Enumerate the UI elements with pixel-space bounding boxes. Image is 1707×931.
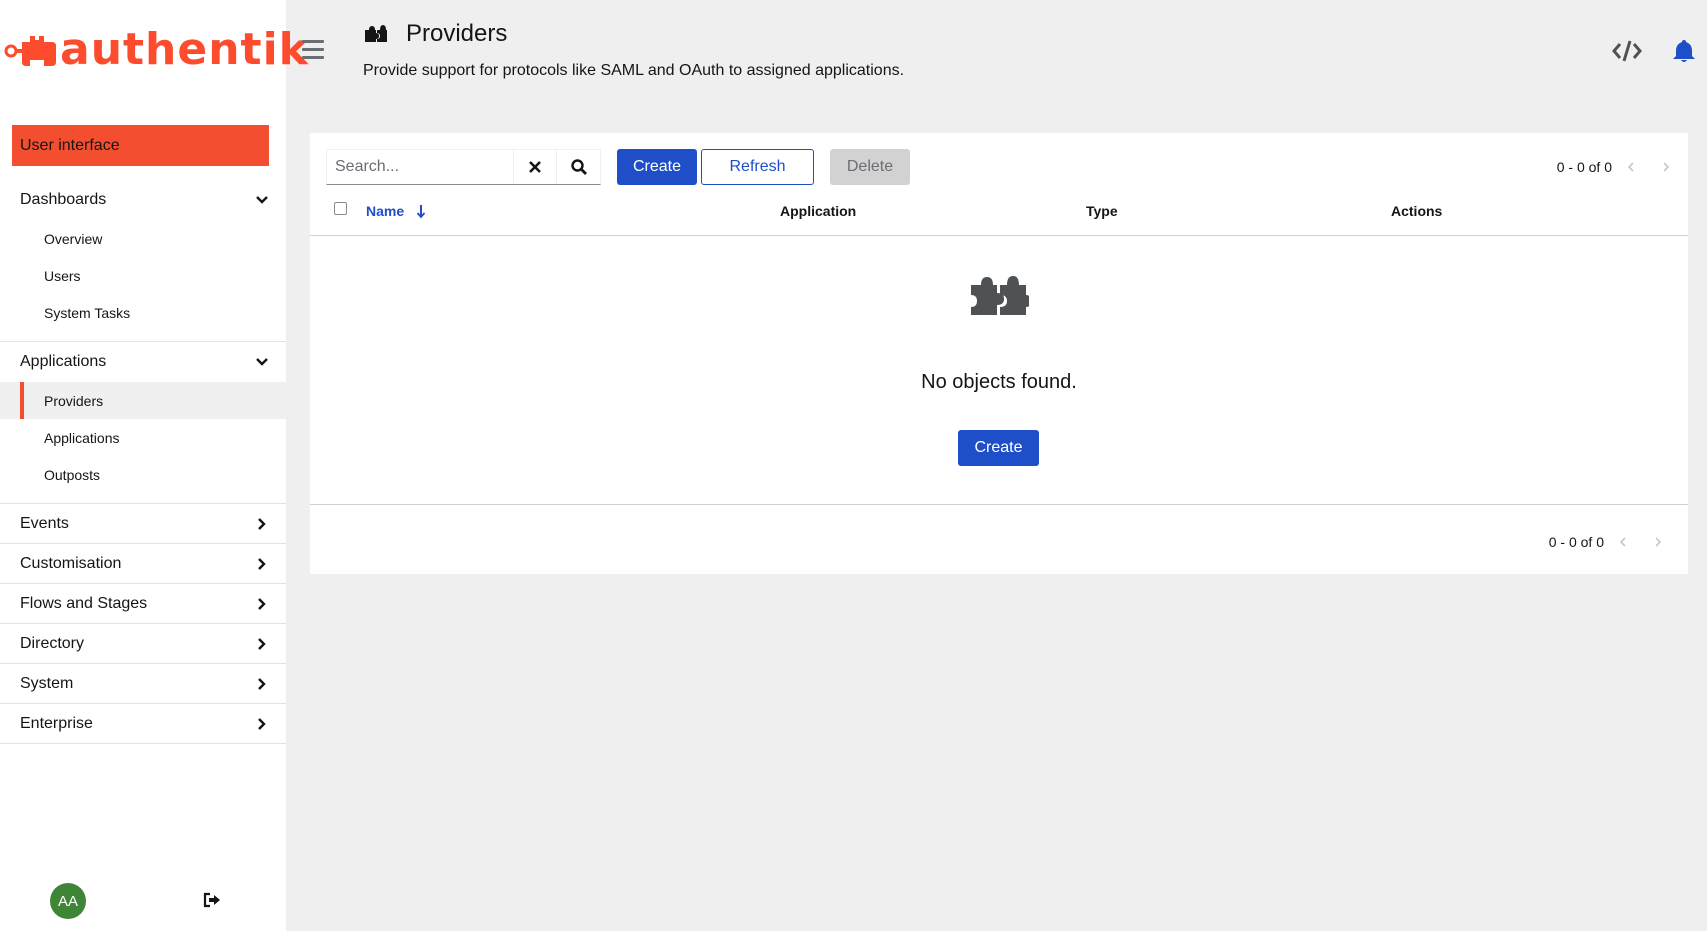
code-icon[interactable] bbox=[1611, 38, 1643, 64]
table-header: Name Application Type Actions bbox=[310, 202, 1688, 236]
bell-icon[interactable] bbox=[1672, 38, 1696, 64]
chevron-right-icon bbox=[254, 636, 270, 652]
refresh-button[interactable]: Refresh bbox=[701, 149, 814, 185]
puzzle-icon bbox=[364, 24, 388, 46]
nav-group-enterprise[interactable]: Enterprise bbox=[0, 704, 286, 744]
select-all-checkbox[interactable] bbox=[334, 202, 347, 215]
previous-page-button[interactable] bbox=[1612, 157, 1648, 177]
sidebar-item-providers[interactable]: Providers bbox=[0, 382, 286, 419]
chevron-right-icon bbox=[254, 516, 270, 532]
chevron-down-icon bbox=[254, 192, 270, 208]
nav-group-header-flows-and-stages[interactable]: Flows and Stages bbox=[0, 584, 286, 623]
logout-icon[interactable] bbox=[203, 892, 223, 910]
nav-group-label: Events bbox=[20, 514, 69, 532]
nav-group-label: Customisation bbox=[20, 554, 122, 572]
column-header-name[interactable]: Name bbox=[366, 203, 426, 219]
chevron-right-icon bbox=[254, 596, 270, 612]
page-description: Provide support for protocols like SAML … bbox=[363, 62, 905, 79]
nav-group-header-directory[interactable]: Directory bbox=[0, 624, 286, 663]
nav-group-label: Dashboards bbox=[20, 191, 107, 208]
avatar[interactable]: AA bbox=[50, 883, 86, 919]
empty-state: No objects found. Create bbox=[310, 237, 1688, 505]
column-header-label: Name bbox=[366, 203, 405, 219]
nav-group-dashboards: Dashboards Overview Users System Tasks bbox=[0, 180, 286, 342]
puzzle-icon bbox=[969, 275, 1031, 319]
user-interface-button[interactable]: User interface bbox=[12, 125, 269, 166]
sidebar-nav: Dashboards Overview Users System Tasks A… bbox=[0, 180, 286, 744]
column-header-application: Application bbox=[780, 203, 857, 219]
empty-state-create-button[interactable]: Create bbox=[958, 430, 1039, 466]
empty-state-title: No objects found. bbox=[921, 371, 1077, 393]
nav-group-system[interactable]: System bbox=[0, 664, 286, 704]
search-box bbox=[326, 149, 601, 185]
chevron-right-icon bbox=[254, 556, 270, 572]
nav-group-customisation[interactable]: Customisation bbox=[0, 544, 286, 584]
nav-group-directory[interactable]: Directory bbox=[0, 624, 286, 664]
nav-group-label: System bbox=[20, 674, 74, 692]
table-toolbar: Create Refresh Delete bbox=[326, 149, 910, 185]
pagination-range: 0 - 0 of 0 bbox=[1556, 159, 1612, 175]
authentik-logo[interactable]: authentik bbox=[4, 28, 309, 72]
nav-group-header-enterprise[interactable]: Enterprise bbox=[0, 704, 286, 743]
chevron-down-icon bbox=[254, 354, 270, 370]
sidebar-item-users[interactable]: Users bbox=[0, 257, 286, 294]
sort-descending-icon bbox=[416, 205, 426, 218]
nav-group-label: Flows and Stages bbox=[20, 594, 148, 612]
nav-group-label: Directory bbox=[20, 634, 85, 652]
page-title: Providers bbox=[406, 20, 508, 47]
pagination-range: 0 - 0 of 0 bbox=[1548, 534, 1604, 550]
providers-card: Create Refresh Delete 0 - 0 of 0 Name Ap… bbox=[310, 133, 1688, 574]
clear-search-button[interactable] bbox=[513, 150, 556, 184]
chevron-left-icon bbox=[1619, 537, 1626, 547]
nav-group-header-customisation[interactable]: Customisation bbox=[0, 544, 286, 583]
chevron-right-icon bbox=[1654, 537, 1661, 547]
column-header-type: Type bbox=[1086, 203, 1118, 219]
column-header-actions: Actions bbox=[1391, 203, 1443, 219]
authentik-logo-icon bbox=[4, 36, 56, 66]
nav-group-flows-and-stages[interactable]: Flows and Stages bbox=[0, 584, 286, 624]
chevron-left-icon bbox=[1627, 162, 1634, 172]
nav-group-header-events[interactable]: Events bbox=[0, 504, 286, 543]
sidebar: authentik User interface Dashboards Over… bbox=[0, 0, 308, 931]
sidebar-item-overview[interactable]: Overview bbox=[0, 220, 286, 257]
nav-group-header-dashboards[interactable]: Dashboards bbox=[0, 180, 286, 220]
next-page-button[interactable] bbox=[1640, 532, 1676, 552]
nav-group-header-system[interactable]: System bbox=[0, 664, 286, 703]
chevron-right-icon bbox=[254, 716, 270, 732]
close-icon bbox=[529, 161, 541, 173]
nav-group-applications: Applications Providers Applications Outp… bbox=[0, 342, 286, 504]
nav-group-header-applications[interactable]: Applications bbox=[0, 342, 286, 382]
chevron-right-icon bbox=[254, 676, 270, 692]
logo-text: authentik bbox=[60, 24, 309, 75]
hamburger-menu-icon[interactable] bbox=[302, 40, 324, 60]
pagination-top: 0 - 0 of 0 bbox=[1557, 157, 1684, 177]
nav-group-label: Enterprise bbox=[20, 714, 93, 732]
delete-button: Delete bbox=[830, 149, 910, 185]
nav-group-label: Applications bbox=[20, 353, 107, 370]
search-button[interactable] bbox=[556, 150, 600, 184]
nav-group-events[interactable]: Events bbox=[0, 504, 286, 544]
create-button[interactable]: Create bbox=[617, 149, 697, 185]
chevron-right-icon bbox=[1662, 162, 1669, 172]
pagination-bottom: 0 - 0 of 0 bbox=[1549, 532, 1676, 552]
sidebar-item-outposts[interactable]: Outposts bbox=[0, 456, 286, 493]
search-input[interactable] bbox=[327, 150, 513, 184]
next-page-button[interactable] bbox=[1648, 157, 1684, 177]
search-icon bbox=[570, 159, 587, 175]
nav-sub-list: Overview Users System Tasks bbox=[0, 220, 286, 341]
sidebar-item-applications[interactable]: Applications bbox=[0, 419, 286, 456]
sidebar-item-system-tasks[interactable]: System Tasks bbox=[0, 294, 286, 331]
nav-sub-list: Providers Applications Outposts bbox=[0, 382, 286, 503]
previous-page-button[interactable] bbox=[1604, 532, 1640, 552]
